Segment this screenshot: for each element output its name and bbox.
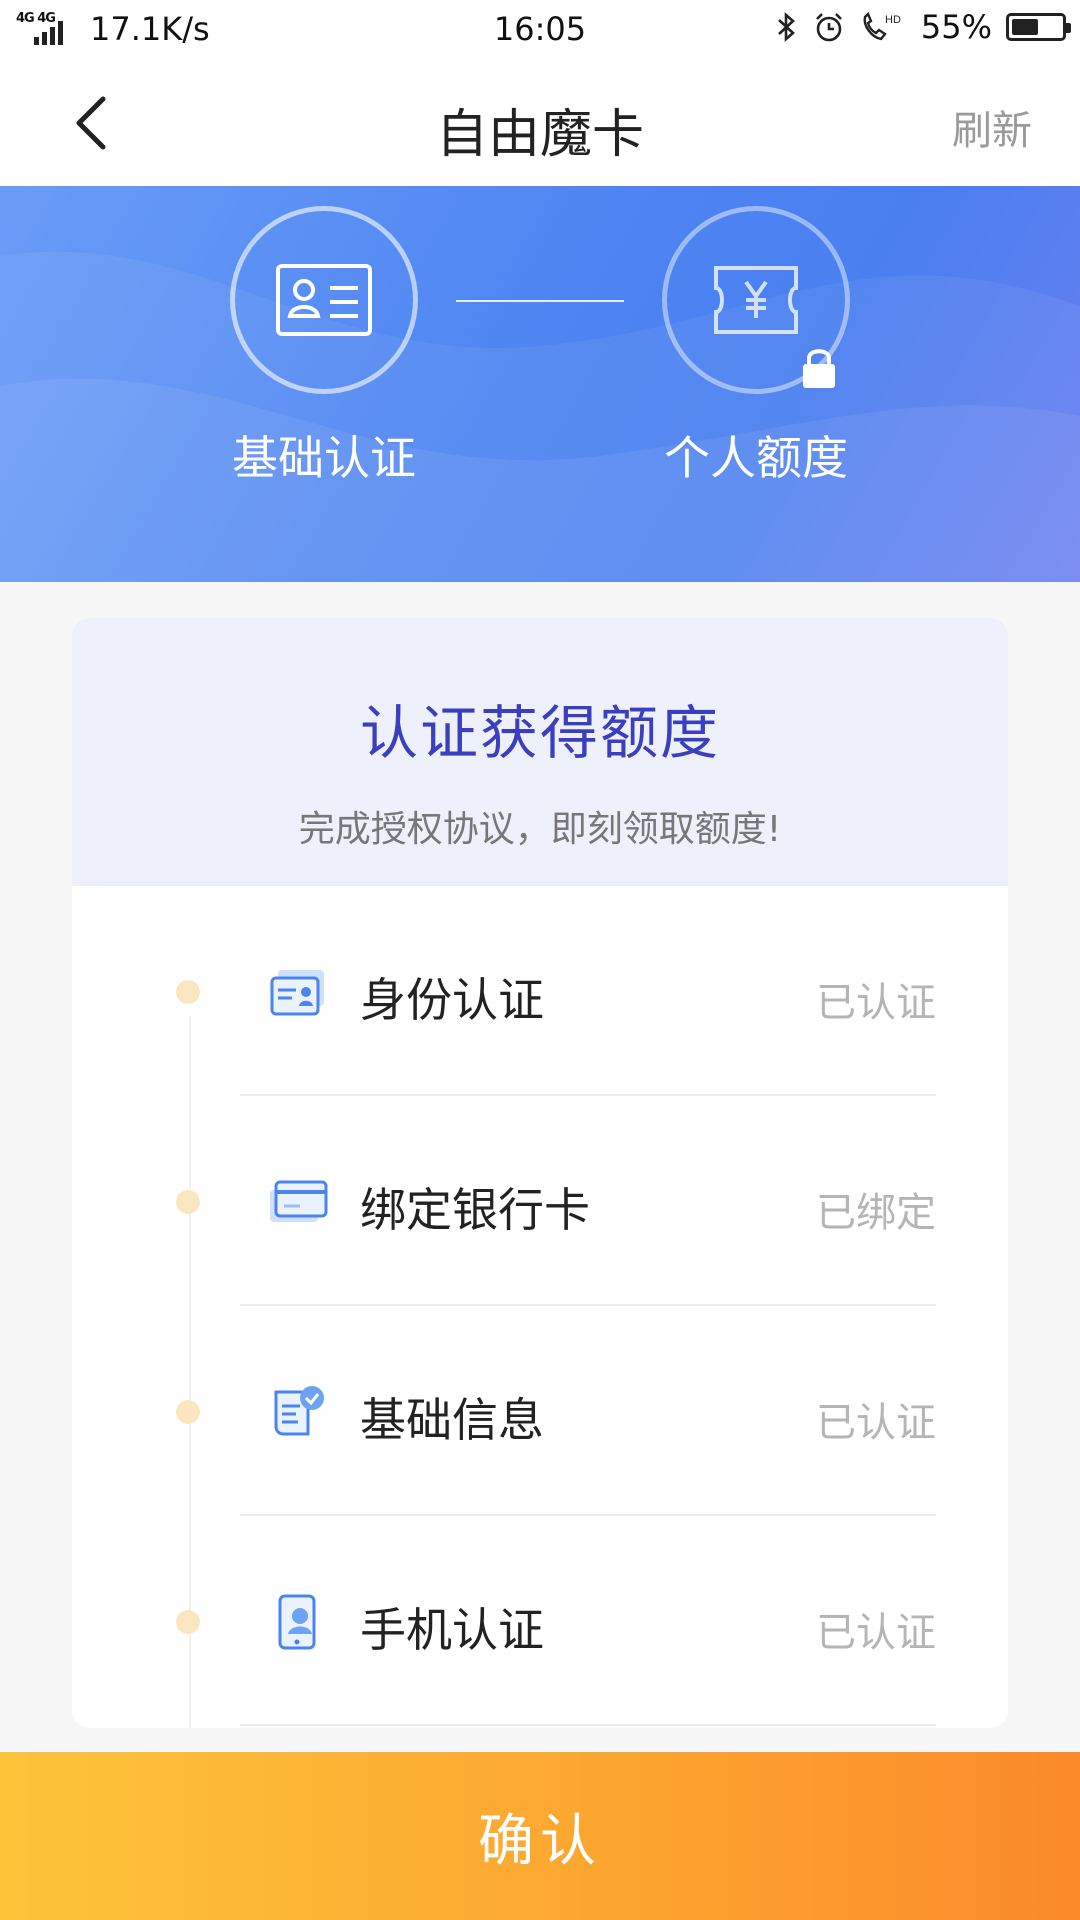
battery-percent: 55% <box>920 8 992 46</box>
refresh-button[interactable]: 刷新 <box>952 98 1032 156</box>
list-item-bank-card[interactable]: 绑定银行卡 已绑定 <box>72 1096 1008 1306</box>
nav-bar: 自由魔卡 刷新 <box>0 60 1080 186</box>
divider <box>240 1724 936 1726</box>
svg-text:HD: HD <box>885 14 901 26</box>
list-item-basic-info[interactable]: 基础信息 已认证 <box>72 1306 1008 1516</box>
confirm-button[interactable]: 确认 <box>0 1752 1080 1920</box>
status-bar: 4G 4G 17.1K/s 16:05 HD 55% <box>0 0 1080 60</box>
bluetooth-icon <box>777 12 795 42</box>
card-header: 认证获得额度 完成授权协议，即刻领取额度! <box>72 618 1008 886</box>
list-item-phone[interactable]: 手机认证 已认证 <box>72 1516 1008 1726</box>
list-item-status: 已认证 <box>816 980 936 1026</box>
list-item-label: 基础信息 <box>360 1393 544 1447</box>
id-card-icon <box>276 264 372 336</box>
step-basic-auth: 基础认证 <box>224 206 424 488</box>
timeline-dot <box>176 1610 200 1634</box>
step-label: 基础认证 <box>232 431 416 485</box>
id-card-icon <box>270 970 324 1016</box>
hd-call-icon: HD <box>863 11 901 41</box>
list-item-label: 手机认证 <box>360 1603 544 1657</box>
phone-icon <box>278 1594 316 1650</box>
list-item-identity[interactable]: 身份认证 已认证 <box>72 886 1008 1096</box>
list-item-label: 绑定银行卡 <box>360 1183 590 1237</box>
list-item-status: 已绑定 <box>816 1190 936 1236</box>
list-item-status: 已认证 <box>816 1400 936 1446</box>
timeline-dot <box>176 1190 200 1214</box>
step-connector <box>456 300 624 302</box>
card-title: 认证获得额度 <box>359 699 720 767</box>
timeline-dot <box>176 980 200 1004</box>
status-right: HD 55% <box>775 8 1071 46</box>
timeline-dot <box>176 1400 200 1424</box>
alarm-icon <box>815 13 842 42</box>
info-scroll-icon <box>274 1386 324 1436</box>
step-circle <box>230 206 418 394</box>
card-subtitle: 完成授权协议，即刻领取额度! <box>298 809 782 850</box>
bank-card-icon <box>270 1180 328 1222</box>
banner-wave-decoration <box>0 251 1080 582</box>
step-circle <box>662 206 850 394</box>
step-personal-limit: 个人额度 <box>656 206 856 488</box>
page-title: 自由魔卡 <box>435 105 644 165</box>
list-item-status: 已认证 <box>816 1610 936 1656</box>
step-label: 个人额度 <box>664 431 848 485</box>
auth-card: 认证获得额度 完成授权协议，即刻领取额度! 身份认证 已认证 绑定银行卡 已绑定 <box>72 618 1008 1728</box>
yuan-ticket-icon <box>714 266 798 334</box>
battery-fill <box>1012 19 1039 35</box>
list-item-label: 身份认证 <box>360 973 544 1027</box>
progress-banner: 基础认证 个人额度 <box>0 186 1080 582</box>
battery-icon <box>1006 13 1071 41</box>
lock-icon <box>803 349 835 388</box>
